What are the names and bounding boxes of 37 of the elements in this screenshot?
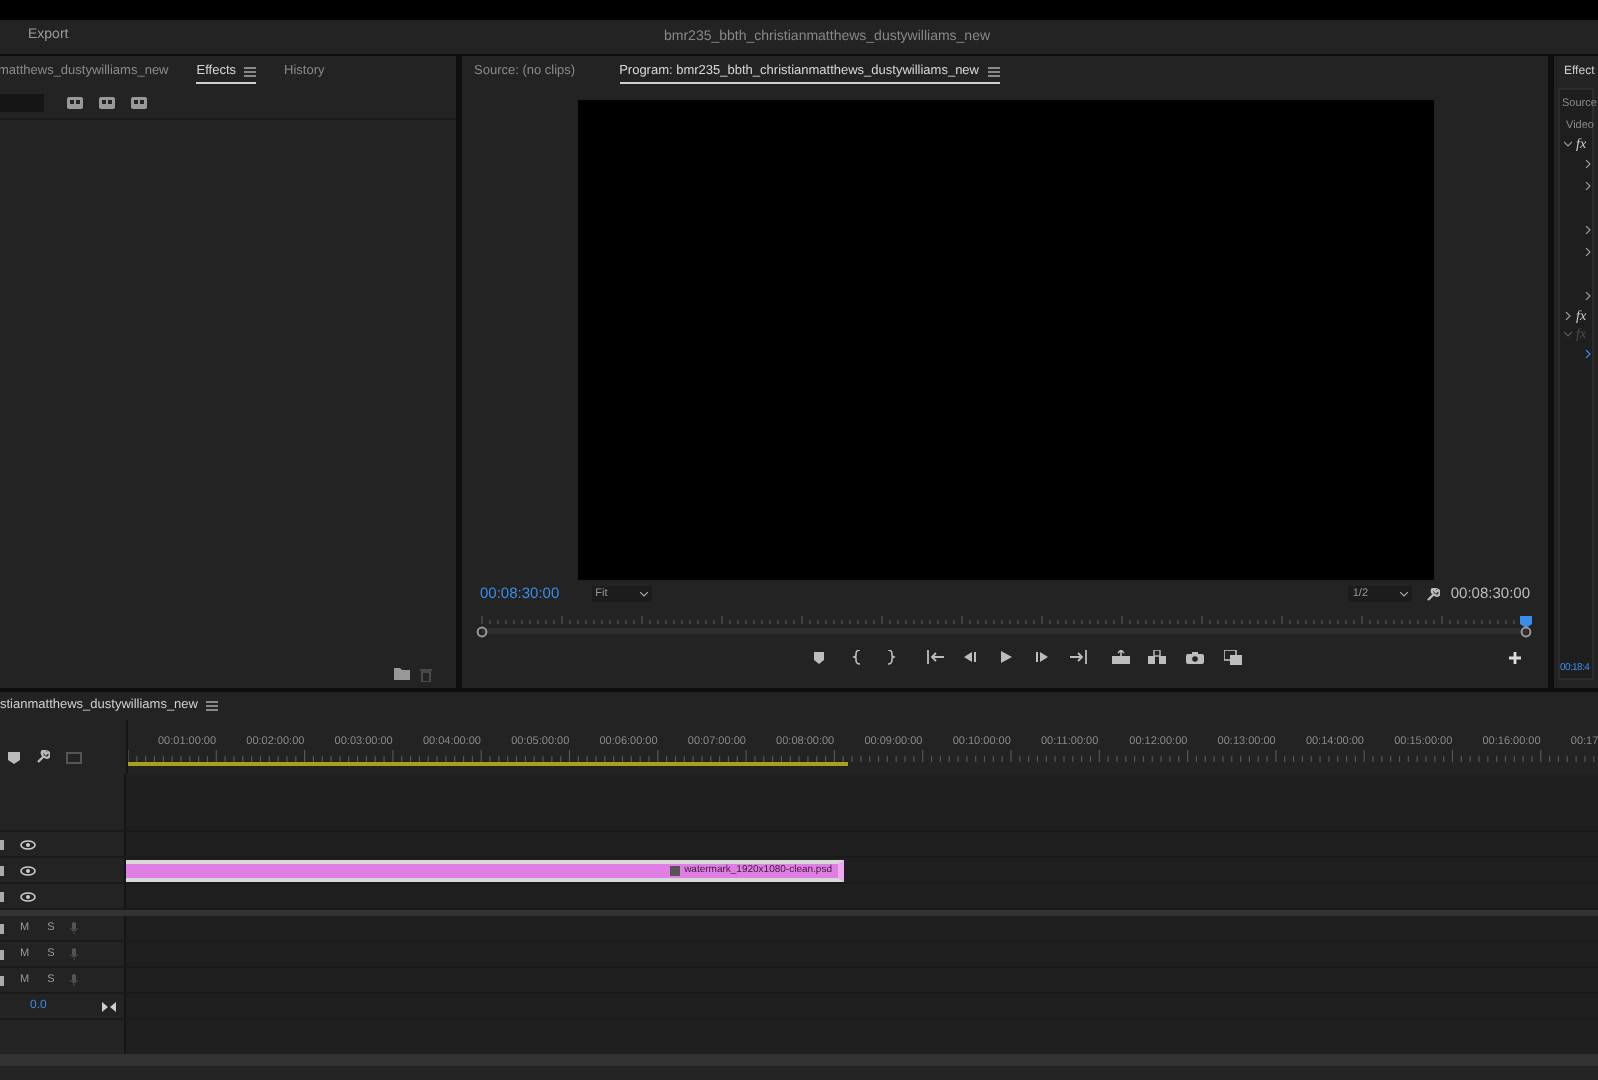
chevron-icon[interactable] [1564,140,1572,148]
eye-icon[interactable] [20,865,36,875]
accelerated-effects-icon[interactable] [66,94,84,110]
caret-icon [639,591,648,597]
folder-icon[interactable] [394,668,410,680]
menu-icon[interactable] [244,65,257,77]
add-button-icon[interactable] [1506,650,1524,666]
eye-icon[interactable] [20,891,36,901]
chevron-icon[interactable] [1584,248,1592,256]
wrench-icon[interactable] [36,750,50,764]
playhead-icon[interactable] [1520,616,1532,638]
chevron-icon[interactable] [1584,160,1592,168]
comparison-view-icon[interactable] [1224,650,1242,666]
chevron-icon[interactable] [1584,182,1592,190]
bit-depth-icon[interactable] [98,94,116,110]
marker-icon[interactable] [812,650,830,666]
yuv-effects-icon[interactable] [130,94,148,110]
wrench-icon[interactable] [1426,587,1441,601]
step-back-icon[interactable] [962,650,980,666]
chevron-icon[interactable] [1584,226,1592,234]
horizontal-scrollbar[interactable] [0,1054,1598,1066]
chevron-icon[interactable] [1564,312,1572,320]
go-to-end-icon[interactable] [102,1001,117,1011]
chevron-icon[interactable] [1584,292,1592,300]
in-point-icon[interactable] [476,626,488,638]
extract-icon[interactable] [1148,650,1166,666]
caret-icon [1400,591,1409,597]
camera-icon[interactable] [1186,650,1204,666]
go-to-in-icon[interactable] [926,650,944,666]
menu-icon[interactable] [206,700,218,712]
go-to-out-icon[interactable] [1070,650,1088,666]
eye-icon[interactable] [20,839,36,849]
play-icon[interactable] [998,650,1016,666]
menu-icon[interactable] [987,65,999,77]
lift-icon[interactable] [1112,650,1130,666]
marker-icon[interactable] [8,751,20,763]
chevron-icon[interactable] [1584,350,1592,358]
